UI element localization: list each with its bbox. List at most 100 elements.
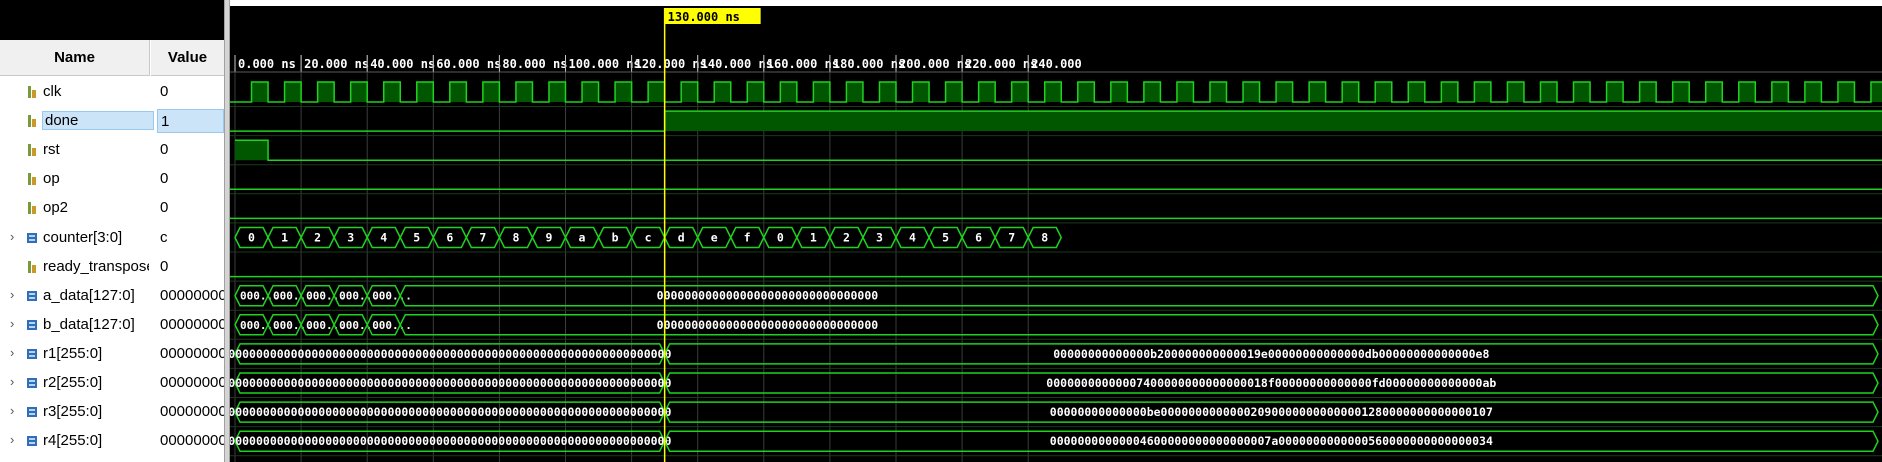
counter-bus-label: 5 xyxy=(942,231,949,245)
bus-signal-icon xyxy=(27,407,37,418)
clk-high-fill xyxy=(945,82,963,102)
counter-bus-label: a xyxy=(579,231,586,245)
counter-bus-label: 3 xyxy=(876,231,883,245)
wave-top-border xyxy=(230,0,1882,6)
signal-value: 00000000 xyxy=(160,403,224,421)
tick-label: 200.000 ns xyxy=(899,57,971,71)
r3-bus-label: 0000000000000000000000000000000000000000… xyxy=(230,405,671,419)
clk-high-fill xyxy=(449,82,467,102)
signal-row-done[interactable]: done 1 xyxy=(0,107,224,136)
bus-signal-icon xyxy=(27,232,37,243)
a_data-value-label: 00000000000000000000000000000000 xyxy=(657,289,879,303)
clk-high-fill xyxy=(1243,82,1260,102)
signal-row-op[interactable]: op 0 xyxy=(0,165,224,194)
expand-chevron-icon[interactable]: › xyxy=(10,316,14,331)
clk-high-fill xyxy=(317,82,335,102)
clk-high-fill xyxy=(350,82,368,102)
name-panel-top xyxy=(0,0,224,40)
signal-row-r4[interactable]: › r4[255:0] 00000000 xyxy=(0,427,224,456)
bus-signal-icon xyxy=(27,348,37,359)
rst-high-fill xyxy=(235,140,269,161)
counter-bus-label: 0 xyxy=(777,231,784,245)
bus-signal-icon xyxy=(27,436,37,447)
counter-bus-label: 5 xyxy=(413,231,420,245)
bit-signal-icon xyxy=(28,260,36,273)
bit-signal-icon xyxy=(28,144,36,157)
clk-high-fill xyxy=(1209,82,1227,102)
signal-value: 00000000 xyxy=(160,344,224,362)
clk-high-fill xyxy=(1804,82,1822,102)
clk-high-fill xyxy=(780,82,797,102)
signal-row-r1[interactable]: › r1[255:0] 00000000 xyxy=(0,340,224,369)
signal-value: 0 xyxy=(160,141,169,159)
signal-name: r4[255:0] xyxy=(43,432,103,450)
tick-label: 180.000 ns xyxy=(833,57,905,71)
waveform-view[interactable]: 0.000 ns 20.000 ns 40.000 ns 60.000 ns 80.00… xyxy=(230,0,1882,462)
name-column-header[interactable]: Name xyxy=(0,40,150,76)
clk-high-fill xyxy=(1474,82,1491,102)
expand-chevron-icon[interactable]: › xyxy=(10,403,14,418)
bus-signal-icon xyxy=(27,290,37,301)
clk-high-fill xyxy=(383,82,401,102)
cursor-time-label: 130.000 ns xyxy=(668,10,740,24)
signal-row-ready-transpose[interactable]: ready_transpose 0 xyxy=(0,253,224,282)
expand-chevron-icon[interactable]: › xyxy=(10,374,14,389)
tick-label: 160.000 ns xyxy=(767,57,839,71)
clk-high-fill xyxy=(582,82,599,102)
clk-high-fill xyxy=(1540,82,1557,102)
clk-high-fill xyxy=(1705,82,1723,102)
tick-label: 20.000 ns xyxy=(304,57,369,71)
signal-value: 0 xyxy=(160,170,169,188)
counter-bus-label: 1 xyxy=(281,231,288,245)
clk-high-fill xyxy=(1110,82,1128,102)
counter-bus-label: 4 xyxy=(909,231,916,245)
counter-bus-label: 7 xyxy=(1008,231,1015,245)
tick-label: 240.000 xyxy=(1031,57,1082,71)
clk-high-fill xyxy=(1870,82,1882,102)
clk-high-fill xyxy=(1044,82,1062,102)
expand-chevron-icon[interactable]: › xyxy=(10,432,14,447)
clk-high-fill xyxy=(1441,82,1458,102)
clk-high-fill xyxy=(1077,82,1095,102)
tick-label: 100.000 ns xyxy=(569,57,641,71)
counter-bus-label: 6 xyxy=(975,231,982,245)
tick-label: 60.000 ns xyxy=(436,57,501,71)
signal-row-op2[interactable]: op2 0 xyxy=(0,194,224,223)
value-column-header[interactable]: Value xyxy=(151,40,224,76)
expand-chevron-icon[interactable]: › xyxy=(10,345,14,360)
b_data-early-label: 000... xyxy=(372,319,412,332)
signal-name: op xyxy=(43,170,60,188)
clk-high-fill xyxy=(548,82,566,102)
signal-name: r3[255:0] xyxy=(43,403,103,421)
signal-row-counter[interactable]: › counter[3:0] c xyxy=(0,224,224,253)
counter-bus-label: 8 xyxy=(512,231,519,245)
counter-bus-label: 7 xyxy=(479,231,486,245)
expand-chevron-icon[interactable]: › xyxy=(10,287,14,302)
counter-bus-label: 9 xyxy=(546,231,553,245)
clk-high-fill xyxy=(648,82,665,102)
signal-name: rst xyxy=(43,141,60,159)
r3-bus-label: 00000000000000be000000000000020900000000… xyxy=(1050,405,1493,419)
counter-bus-label: b xyxy=(612,231,619,245)
clk-high-fill xyxy=(1738,82,1756,102)
signal-row-b-data[interactable]: › b_data[127:0] 00000000 xyxy=(0,311,224,340)
counter-bus-label: 8 xyxy=(1041,231,1048,245)
counter-bus-label: 2 xyxy=(314,231,321,245)
signal-row-rst[interactable]: rst 0 xyxy=(0,136,224,165)
signal-value: 1 xyxy=(157,109,224,134)
signal-value: 00000000 xyxy=(160,315,224,333)
signal-name: r2[255:0] xyxy=(43,374,103,391)
clk-high-fill xyxy=(1176,82,1194,102)
signal-row-r3[interactable]: › r3[255:0] 00000000 xyxy=(0,398,224,427)
clk-high-fill xyxy=(978,82,996,102)
signal-row-r2[interactable]: › r2[255:0] 00000000 xyxy=(0,369,224,398)
clk-high-fill xyxy=(1342,82,1359,102)
clk-high-fill xyxy=(879,82,896,102)
clk-high-fill xyxy=(1573,82,1591,102)
signal-row-a-data[interactable]: › a_data[127:0] 00000000 xyxy=(0,282,224,311)
expand-chevron-icon[interactable]: › xyxy=(10,229,14,244)
signal-row-clk[interactable]: clk 0 xyxy=(0,78,224,107)
clk-high-fill xyxy=(1143,82,1161,102)
counter-bus-label: 2 xyxy=(843,231,850,245)
tick-label: 40.000 ns xyxy=(370,57,435,71)
